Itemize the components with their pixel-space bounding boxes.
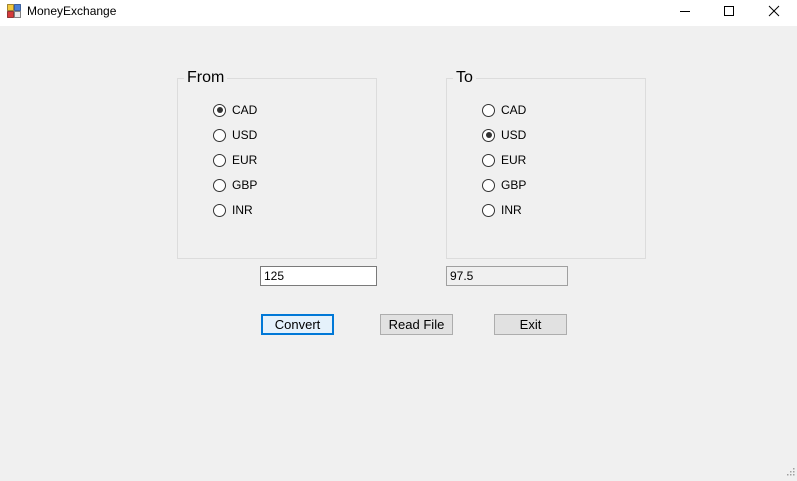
- app-icon: [7, 4, 21, 18]
- to-radio-usd[interactable]: USD: [482, 126, 526, 144]
- minimize-button[interactable]: [662, 0, 708, 22]
- radio-button[interactable]: [213, 153, 226, 167]
- to-radio-gbp[interactable]: GBP: [482, 176, 526, 194]
- convert-button[interactable]: Convert: [261, 314, 334, 335]
- exit-button[interactable]: Exit: [494, 314, 567, 335]
- maximize-button[interactable]: [706, 0, 752, 22]
- radio-button[interactable]: [482, 203, 495, 217]
- radio-button[interactable]: [213, 103, 226, 117]
- radio-button[interactable]: [213, 128, 226, 142]
- to-group-legend: To: [453, 69, 476, 87]
- resize-grip-icon[interactable]: [785, 463, 795, 476]
- radio-button[interactable]: [213, 203, 226, 217]
- read-file-button[interactable]: Read File: [380, 314, 453, 335]
- radio-button[interactable]: [213, 178, 226, 192]
- radio-button[interactable]: [482, 103, 495, 117]
- to-radio-cad[interactable]: CAD: [482, 101, 526, 119]
- to-currency-group: To CAD USD EUR GBP INR: [446, 69, 646, 259]
- radio-button[interactable]: [482, 178, 495, 192]
- radio-label: USD: [501, 128, 527, 142]
- radio-label: GBP: [232, 178, 258, 192]
- close-button[interactable]: [751, 0, 797, 22]
- from-radio-usd[interactable]: USD: [213, 126, 257, 144]
- from-radio-cad[interactable]: CAD: [213, 101, 257, 119]
- close-icon: [768, 5, 780, 17]
- radio-label: INR: [232, 203, 253, 217]
- minimize-icon: [679, 5, 691, 17]
- to-radio-eur[interactable]: EUR: [482, 151, 526, 169]
- from-radio-inr[interactable]: INR: [213, 201, 253, 219]
- from-radio-gbp[interactable]: GBP: [213, 176, 257, 194]
- radio-label: USD: [232, 128, 258, 142]
- radio-label: INR: [501, 203, 522, 217]
- radio-label: EUR: [501, 153, 527, 167]
- radio-label: CAD: [501, 103, 527, 117]
- from-currency-group: From CAD USD EUR GBP INR: [177, 69, 377, 259]
- result-output[interactable]: [446, 266, 568, 286]
- radio-label: GBP: [501, 178, 527, 192]
- radio-button[interactable]: [482, 128, 495, 142]
- window-title: MoneyExchange: [27, 4, 117, 18]
- title-bar[interactable]: MoneyExchange: [0, 0, 797, 26]
- from-radio-eur[interactable]: EUR: [213, 151, 257, 169]
- radio-label: CAD: [232, 103, 258, 117]
- amount-input[interactable]: [260, 266, 377, 286]
- radio-label: EUR: [232, 153, 258, 167]
- maximize-icon: [723, 5, 735, 17]
- radio-button[interactable]: [482, 153, 495, 167]
- from-group-legend: From: [184, 69, 228, 87]
- to-radio-inr[interactable]: INR: [482, 201, 522, 219]
